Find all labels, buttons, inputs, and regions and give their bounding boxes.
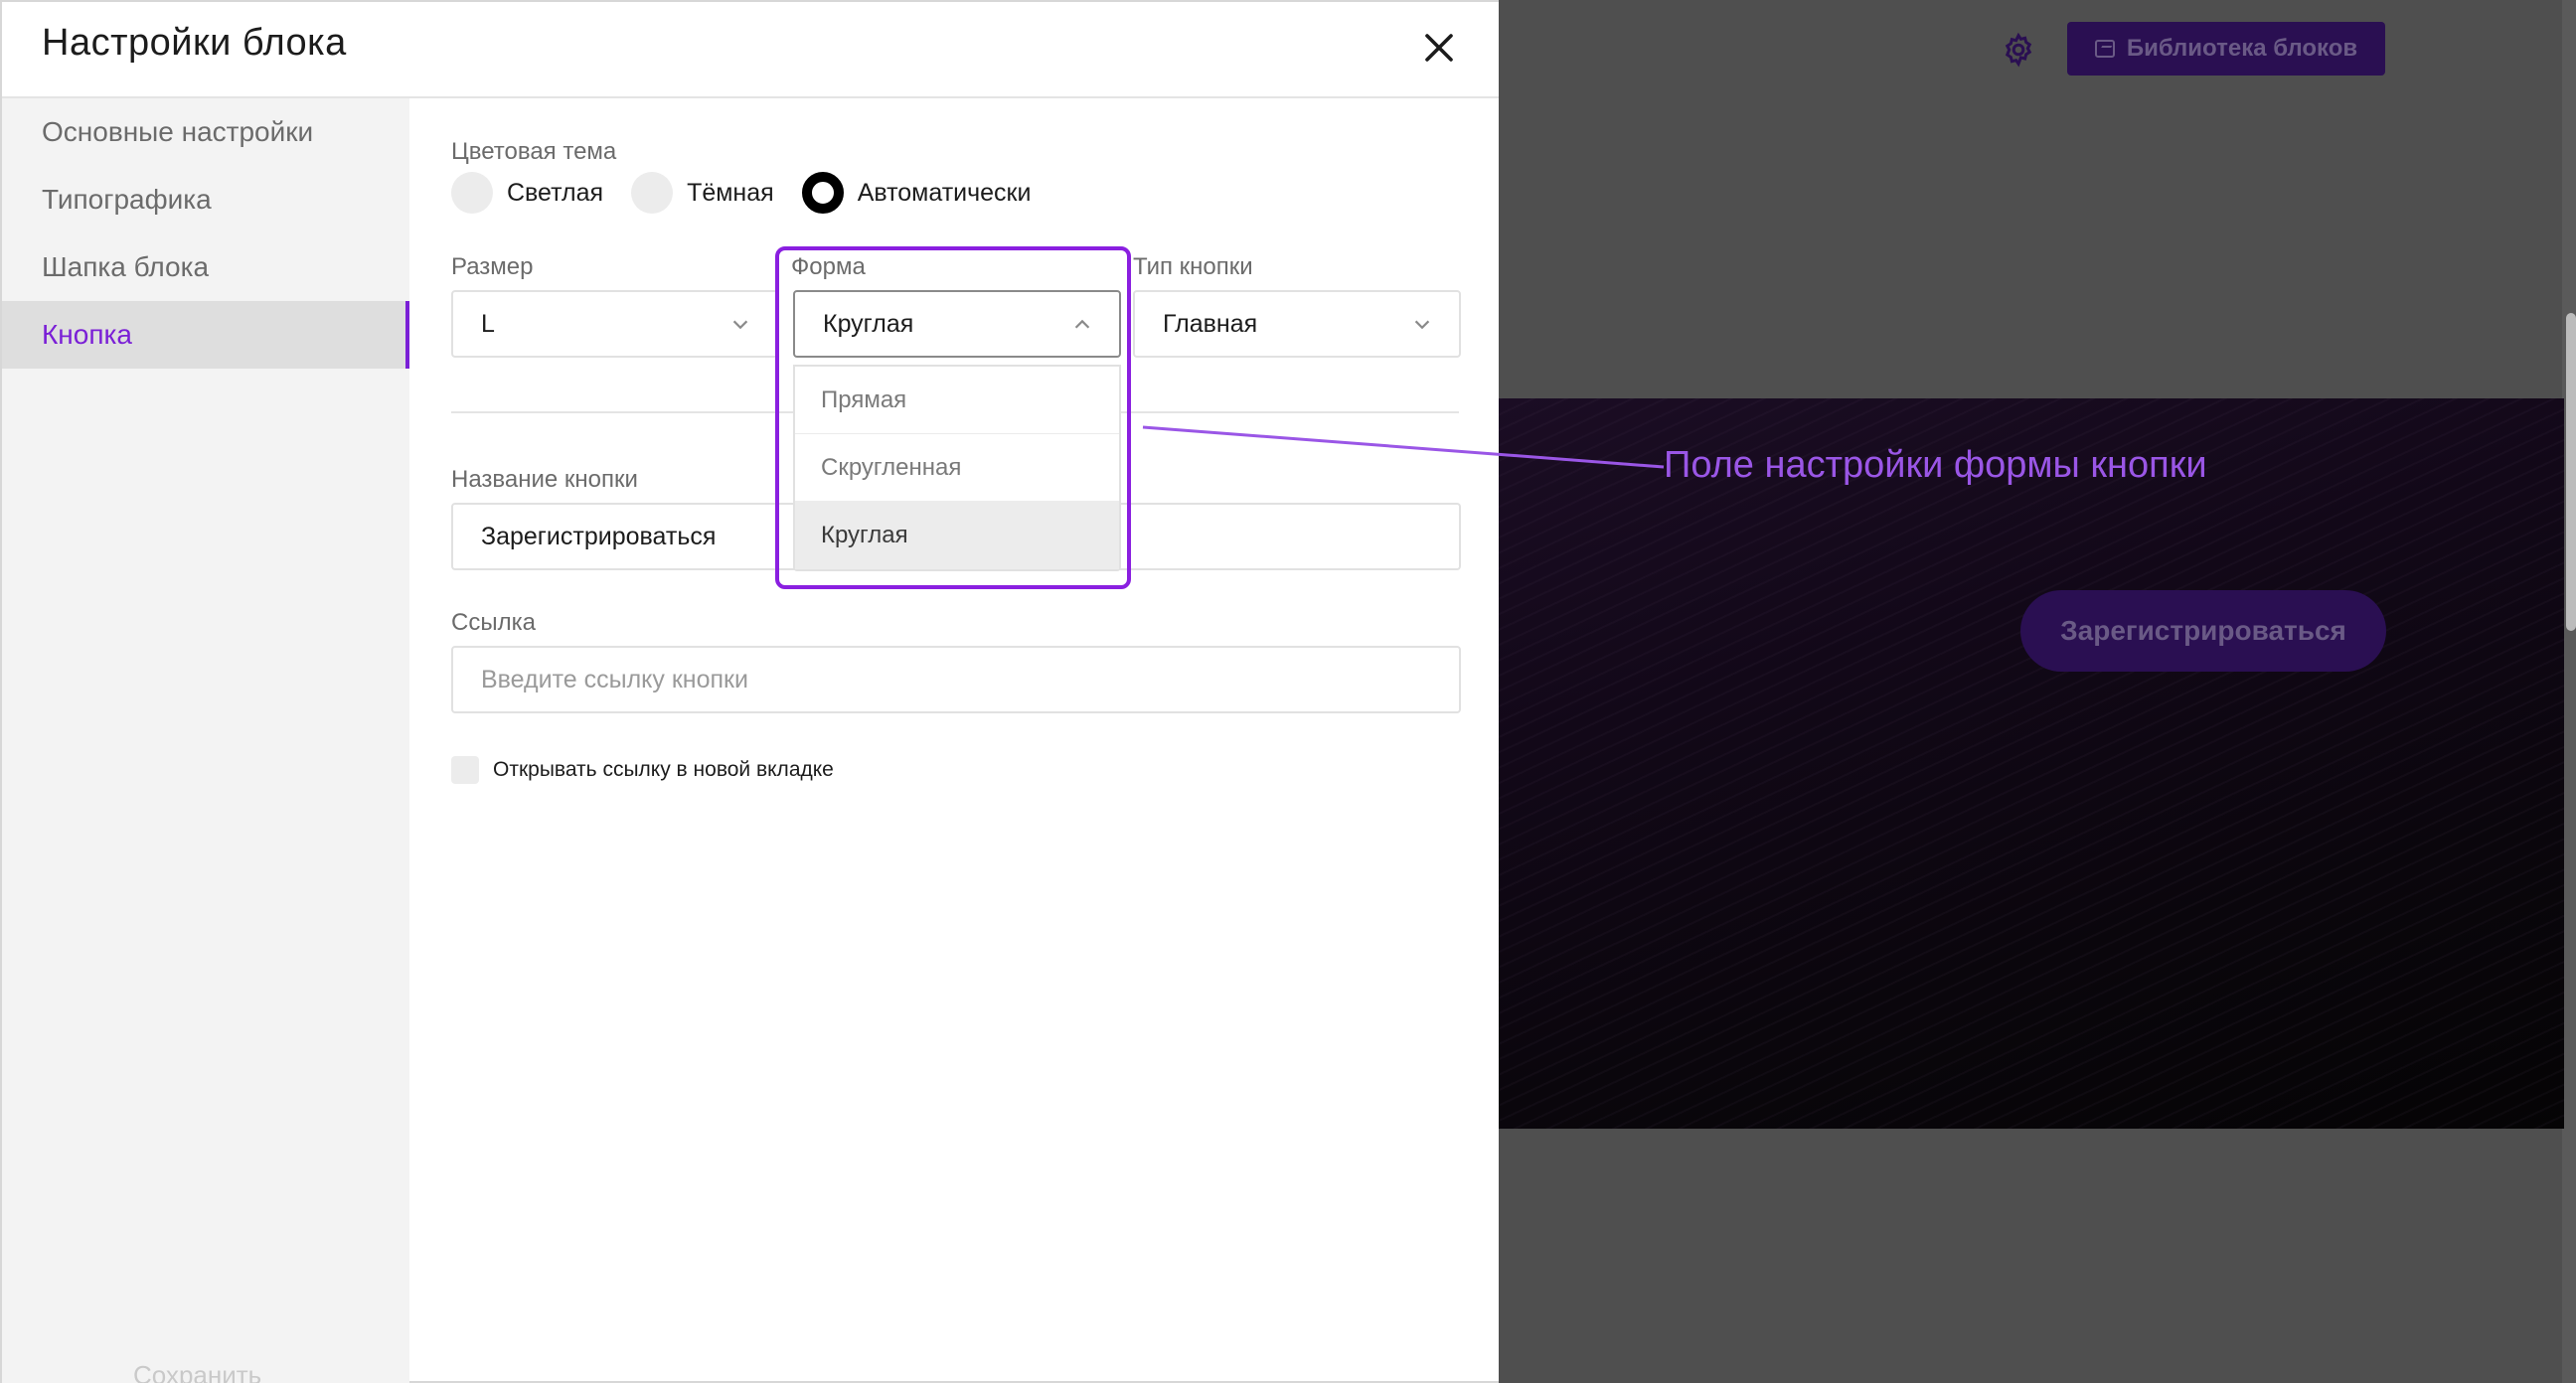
button-type-select-value: Главная bbox=[1163, 309, 1258, 338]
hero-register-button[interactable]: Зарегистрироваться bbox=[2020, 590, 2386, 672]
shape-field-highlight bbox=[775, 246, 1131, 589]
size-select[interactable]: L bbox=[451, 290, 779, 358]
theme-label: Цветовая тема bbox=[451, 138, 617, 165]
size-label: Размер bbox=[451, 253, 534, 280]
button-type-label: Тип кнопки bbox=[1133, 253, 1253, 280]
radio-dark[interactable] bbox=[631, 172, 674, 214]
save-button[interactable]: Сохранить bbox=[133, 1360, 261, 1383]
link-input[interactable]: Введите ссылку кнопки bbox=[451, 646, 1461, 713]
editor-canvas: Библиотека блоков Зарегистрироваться bbox=[1499, 0, 2576, 1383]
hero-block-preview: Зарегистрироваться bbox=[1499, 398, 2564, 1129]
chevron-down-icon bbox=[732, 320, 748, 330]
block-library-label: Библиотека блоков bbox=[2126, 35, 2358, 62]
theme-option-light[interactable]: Светлая bbox=[451, 172, 603, 214]
theme-option-dark-label: Тёмная bbox=[687, 178, 774, 207]
image-icon bbox=[2094, 40, 2115, 58]
theme-option-auto-label: Автоматически bbox=[857, 178, 1032, 207]
sidebar-item-block-header[interactable]: Шапка блока bbox=[2, 233, 409, 301]
settings-sidebar: Основные настройки Типографика Шапка бло… bbox=[2, 98, 409, 1383]
radio-auto[interactable] bbox=[801, 172, 844, 214]
block-library-button[interactable]: Библиотека блоков bbox=[2067, 22, 2385, 76]
size-select-value: L bbox=[481, 309, 495, 338]
theme-option-dark[interactable]: Тёмная bbox=[631, 172, 774, 214]
hero-wave-background bbox=[1499, 398, 2564, 1129]
callout-text: Поле настройки формы кнопки bbox=[1664, 444, 2207, 486]
theme-option-light-label: Светлая bbox=[507, 178, 604, 207]
theme-option-auto[interactable]: Автоматически bbox=[801, 172, 1032, 214]
canvas-scrollbar[interactable] bbox=[2566, 313, 2576, 631]
canvas-scrollbar-track bbox=[2562, 0, 2576, 1383]
new-tab-option[interactable]: Открывать ссылку в новой вкладке bbox=[451, 756, 834, 784]
panel-title: Настройки блока bbox=[42, 22, 347, 64]
new-tab-checkbox[interactable] bbox=[451, 756, 479, 784]
block-settings-panel: Настройки блока Основные настройки Типог… bbox=[0, 0, 1499, 1383]
button-type-select[interactable]: Главная bbox=[1133, 290, 1461, 358]
sidebar-item-general[interactable]: Основные настройки bbox=[2, 98, 409, 166]
radio-light[interactable] bbox=[451, 172, 493, 214]
button-name-label: Название кнопки bbox=[451, 466, 638, 493]
sidebar-item-button[interactable]: Кнопка bbox=[2, 301, 409, 369]
sidebar-item-typography[interactable]: Типографика bbox=[2, 166, 409, 233]
close-icon[interactable] bbox=[1421, 30, 1457, 66]
chevron-down-icon bbox=[1414, 320, 1430, 330]
gear-icon[interactable] bbox=[2001, 32, 2036, 68]
link-label: Ссылка bbox=[451, 609, 536, 636]
theme-radio-group: Светлая Тёмная Автоматически bbox=[451, 172, 1058, 214]
new-tab-label: Открывать ссылку в новой вкладке bbox=[493, 758, 834, 781]
panel-header: Настройки блока bbox=[2, 2, 1499, 98]
